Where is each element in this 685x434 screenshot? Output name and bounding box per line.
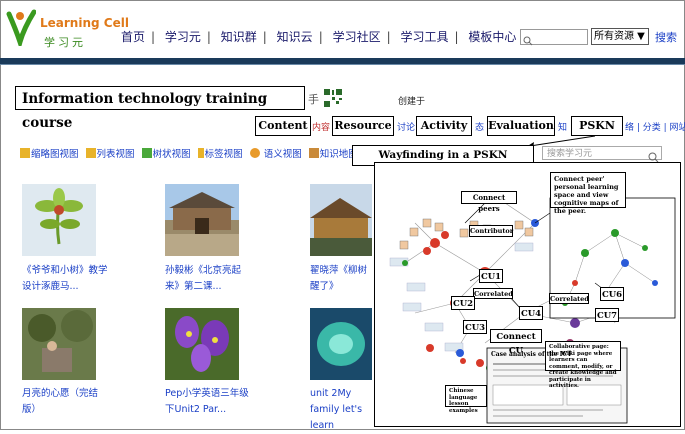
cu1-node[interactable]: CU1: [479, 269, 503, 283]
header-bar-line: [0, 64, 685, 65]
grid-icon: [20, 148, 30, 158]
connect-peer-note: Connect peer' personal learning space an…: [550, 172, 626, 215]
learning-cell-logo-icon[interactable]: [6, 8, 37, 51]
network-graph: [389, 192, 676, 424]
course-title: Information technology training course: [15, 86, 305, 131]
cu2-node[interactable]: CU2: [451, 296, 475, 310]
title-edge-glyph: 手: [308, 93, 319, 106]
right-links-fragment[interactable]: 络 | 分类 | 网站: [625, 120, 685, 133]
tag-icon: [197, 148, 204, 158]
semantic-icon: [249, 148, 260, 158]
created-label: 创建于: [398, 97, 426, 107]
resource-type-select[interactable]: 所有资源 ▼: [591, 28, 649, 45]
card-caption-6[interactable]: unit 2My family let's learn: [310, 386, 372, 434]
view-thumbnail[interactable]: 缩略图视图: [20, 146, 79, 160]
view-tree[interactable]: 树状视图: [141, 146, 191, 160]
card-caption-5[interactable]: Pep小学英语三年级下Unit2 Par...: [165, 386, 255, 418]
contributor-label: Contributor: [469, 225, 514, 237]
view-list[interactable]: 列表视图: [85, 146, 135, 160]
correlated-label: Correlated: [473, 288, 513, 299]
list-icon: [85, 148, 96, 158]
main-nav: 首页 | 学习元 | 知识群 | 知识云 | 学习社区 | 学习工具 | 模板中心: [121, 30, 517, 44]
view-semantic[interactable]: 语义视图: [249, 146, 302, 160]
card-caption-2[interactable]: 孙毅彬《北京亮起来》第二课...: [165, 263, 255, 295]
logo-subtitle: 学习元: [44, 36, 86, 49]
search-input[interactable]: [520, 29, 588, 46]
chinese-lesson-note: Chinese language lesson examples: [445, 385, 487, 414]
nav-templates[interactable]: 模板中心: [468, 30, 516, 44]
knowledge-tab-fragment[interactable]: 知: [558, 120, 567, 133]
nav-home[interactable]: 首页: [121, 30, 145, 44]
discuss-tab-fragment[interactable]: 讨论: [397, 120, 415, 133]
search-icon: [523, 31, 533, 50]
nav-knowledge-cloud[interactable]: 知识云: [277, 30, 313, 44]
cu3-node[interactable]: CU3: [463, 320, 487, 334]
card-thumbnail-4[interactable]: [22, 308, 96, 380]
card-thumbnail-3[interactable]: [310, 184, 372, 256]
pskn-diagram: Connect peers Connect peer' personal lea…: [374, 162, 681, 427]
nav-tools[interactable]: 学习工具: [400, 30, 448, 44]
dynamic-tab-fragment[interactable]: 态: [475, 120, 484, 133]
view-toolbar: 缩略图视图 列表视图 树状视图 标签视图 语义视图 知识地图: [20, 146, 362, 160]
card-thumbnail-1[interactable]: [22, 184, 96, 256]
resource-label[interactable]: Resource: [332, 116, 394, 136]
logo-text: Learning Cell: [40, 16, 129, 30]
search-button[interactable]: 搜索: [655, 29, 677, 45]
nav-learning-cell[interactable]: 学习元: [165, 30, 201, 44]
cu4-node[interactable]: CU4: [519, 306, 543, 320]
case-analysis-text: Case analysis of the ICT: [491, 351, 572, 358]
nav-knowledge-group[interactable]: 知识群: [221, 30, 257, 44]
activity-label[interactable]: Activity: [416, 116, 472, 136]
cu7-node[interactable]: CU7: [595, 308, 619, 322]
evaluation-label[interactable]: Evaluation: [487, 116, 555, 136]
learning-cell-search-input[interactable]: 搜索学习元: [542, 146, 662, 160]
nav-community[interactable]: 学习社区: [333, 30, 381, 44]
tree-icon: [141, 148, 152, 158]
content-label[interactable]: Content: [255, 116, 311, 136]
card-thumbnail-6[interactable]: [310, 308, 372, 380]
card-thumbnail-5[interactable]: [165, 308, 239, 380]
qr-code-icon[interactable]: [323, 88, 343, 108]
connect-peers-label: Connect peers: [461, 191, 517, 213]
content-tab-fragment[interactable]: 内容: [312, 120, 330, 133]
cu6-node[interactable]: CU6: [600, 287, 624, 301]
view-tag[interactable]: 标签视图: [197, 146, 243, 160]
card-caption-4[interactable]: 月亮的心愿（完结版）: [22, 386, 108, 418]
card-thumbnail-2[interactable]: [165, 184, 239, 256]
card-caption-1[interactable]: 《爷爷和小树》教学设计涿鹿马...: [22, 263, 108, 295]
card-caption-3[interactable]: 翟晓萍《柳树醒了》: [310, 263, 372, 295]
view-knowledge-map[interactable]: 知识地图: [308, 146, 358, 160]
connect-cu-label: Connect CU: [490, 329, 542, 356]
map-icon: [308, 148, 319, 158]
correlated-label-2: Correlated: [549, 293, 589, 304]
pskn-label[interactable]: PSKN: [571, 116, 623, 136]
